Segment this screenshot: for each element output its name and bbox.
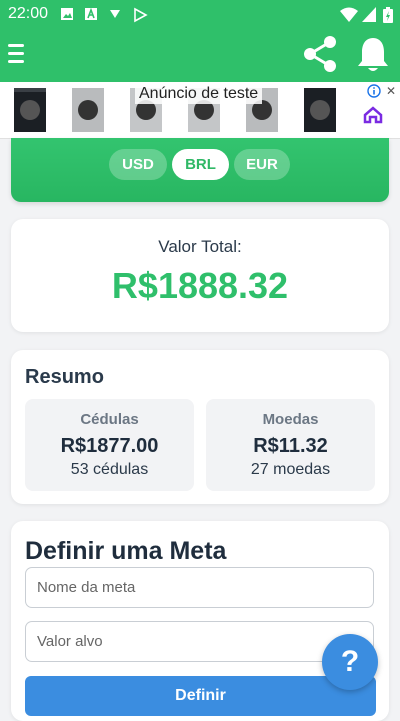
notes-label: Cédulas	[80, 411, 139, 428]
set-goal-button[interactable]: Definir	[25, 676, 376, 716]
signal-icon	[362, 7, 376, 22]
summary-title: Resumo	[25, 366, 104, 388]
currency-selector: USD BRL EUR	[11, 138, 389, 202]
goal-card: Definir uma Meta Definir	[11, 521, 389, 721]
status-time: 22:00	[8, 5, 49, 22]
ad-product-image	[304, 88, 336, 132]
summary-card: Resumo Cédulas R$1877.00 53 cédulas Moed…	[11, 350, 389, 504]
total-label: Valor Total:	[158, 237, 242, 256]
download-notification-icon	[110, 10, 120, 18]
goal-title: Definir uma Meta	[25, 537, 227, 565]
ad-test-label: Anúncio de teste	[135, 84, 263, 104]
coins-count: 27 moedas	[250, 461, 331, 478]
menu-icon[interactable]	[8, 44, 24, 64]
ad-close-icon[interactable]: ✕	[386, 84, 396, 98]
wifi-icon	[340, 7, 358, 22]
ad-product-image	[72, 88, 104, 132]
battery-icon	[383, 7, 393, 23]
currency-brl-button[interactable]: BRL	[172, 149, 229, 180]
app-bar	[0, 28, 400, 82]
notes-count: 53 cédulas	[70, 461, 149, 478]
goal-name-input[interactable]	[25, 567, 374, 608]
ad-advertiser-logo-icon	[363, 106, 383, 124]
total-card: Valor Total: R$1888.32	[11, 219, 389, 332]
notes-summary-box: Cédulas R$1877.00 53 cédulas	[25, 399, 194, 491]
share-icon[interactable]	[300, 34, 340, 74]
status-bar: 22:00	[0, 0, 400, 28]
currency-eur-button[interactable]: EUR	[234, 149, 290, 180]
total-value: R$1888.32	[111, 265, 289, 306]
currency-usd-button[interactable]: USD	[109, 149, 167, 180]
play-store-icon	[134, 7, 148, 23]
ad-info-icon[interactable]	[367, 84, 381, 98]
notes-value: R$1877.00	[60, 435, 159, 457]
help-button[interactable]: ?	[322, 634, 378, 690]
app-notification-icon	[85, 7, 97, 20]
coins-label: Moedas	[262, 411, 319, 428]
ad-banner[interactable]: Anúncio de teste ✕	[0, 82, 400, 139]
bell-icon[interactable]	[356, 36, 390, 74]
image-notification-icon	[61, 8, 73, 20]
coins-summary-box: Moedas R$11.32 27 moedas	[206, 399, 375, 491]
coins-value: R$11.32	[253, 435, 328, 457]
ad-product-image	[14, 88, 46, 132]
